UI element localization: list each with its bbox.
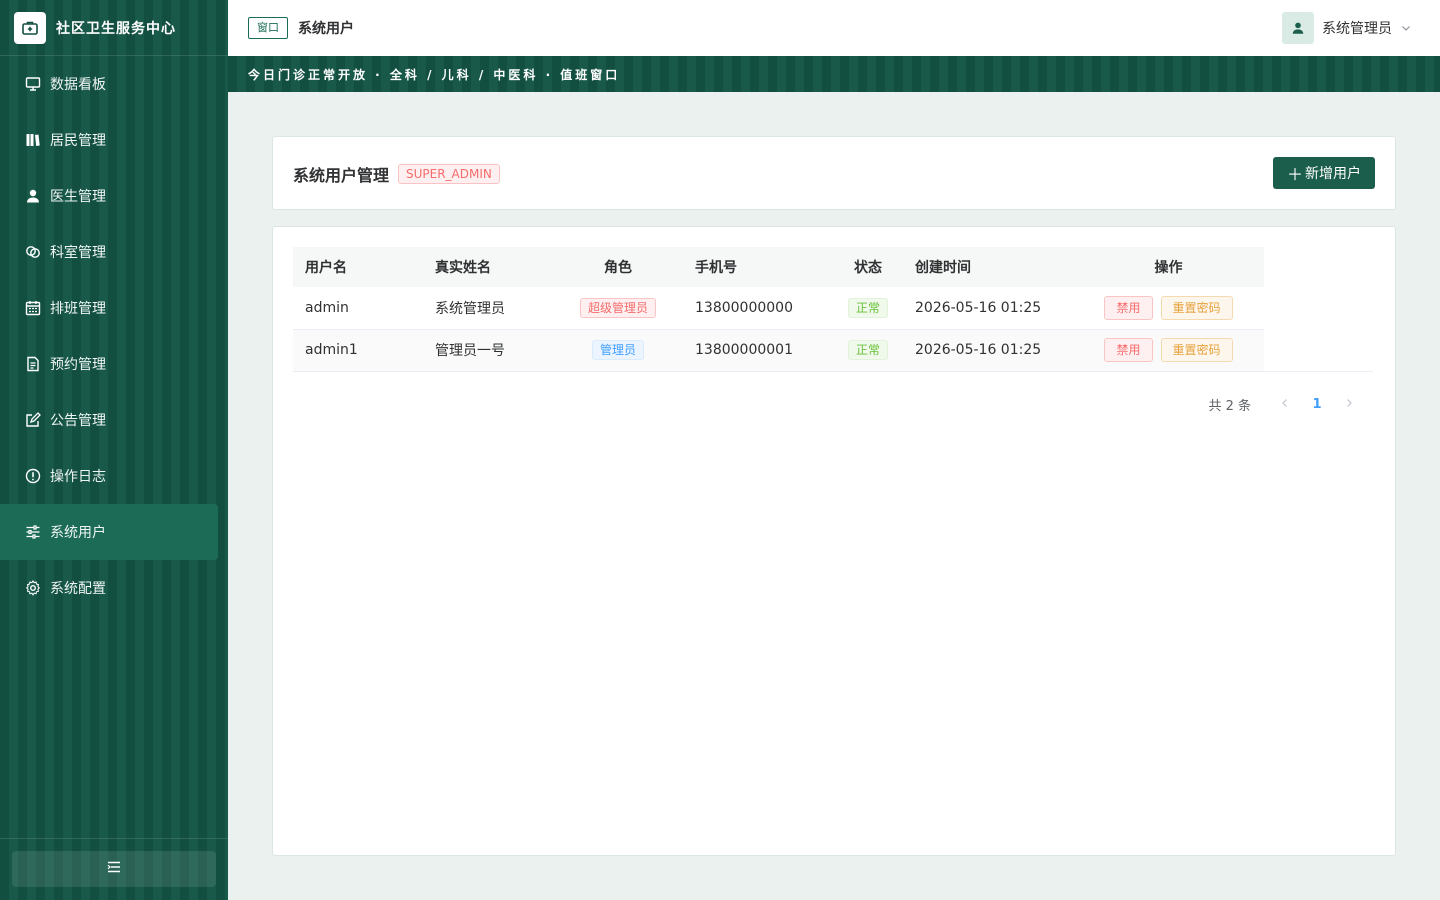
status-badge: 正常 xyxy=(847,297,888,318)
edit-icon xyxy=(24,411,42,429)
medical-kit-icon xyxy=(14,11,46,44)
user-icon xyxy=(1292,22,1304,34)
avatar xyxy=(1282,12,1314,44)
chevron-right-icon xyxy=(1347,399,1352,407)
prev-page-button[interactable] xyxy=(1269,397,1301,412)
status-badge: 正常 xyxy=(847,340,888,360)
collapse-sidebar-button[interactable] xyxy=(12,851,216,887)
column-header-real-name: 真实姓名 xyxy=(423,247,553,287)
next-page-button[interactable] xyxy=(1333,397,1365,412)
user-icon xyxy=(24,187,42,205)
user-dropdown[interactable]: 系统管理员 xyxy=(1282,12,1412,44)
sidebar-item-label: 操作日志 xyxy=(50,469,106,485)
app-title: 社区卫生服务中心 xyxy=(56,20,176,37)
chevron-left-icon xyxy=(1282,399,1287,407)
table-header-row: 用户名 真实姓名 角色 手机号 状态 创建时间 操作 xyxy=(293,247,1264,287)
sidebar-item-schedule[interactable]: 排班管理 xyxy=(0,280,228,336)
fold-icon xyxy=(107,861,121,877)
pagination-total: 共 2 条 xyxy=(1208,399,1251,414)
window-tag: 窗口 xyxy=(248,17,288,39)
sidebar-item-doctors[interactable]: 医生管理 xyxy=(0,168,228,224)
cell-created: 2026-05-16 01:25 xyxy=(903,329,1073,372)
sidebar: 社区卫生服务中心 数据看板 居民管理 医生管理 科室管理 排班管理 预约管理 公… xyxy=(0,0,228,900)
banner-text: 今日门诊正常开放 · 全科 / 儿科 / 中医科 · 值班窗口 xyxy=(248,67,621,82)
cell-phone: 13800000001 xyxy=(683,329,833,372)
reset-password-button[interactable]: 重置密码 xyxy=(1160,338,1233,362)
sidebar-item-label: 系统用户 xyxy=(50,525,106,541)
sidebar-item-appointments[interactable]: 预约管理 xyxy=(0,336,228,392)
monitor-icon xyxy=(24,75,42,93)
sidebar-item-label: 居民管理 xyxy=(50,133,106,149)
role-badge: SUPER_ADMIN xyxy=(398,164,500,184)
brand: 社区卫生服务中心 xyxy=(0,0,228,56)
notice-banner: 今日门诊正常开放 · 全科 / 儿科 / 中医科 · 值班窗口 xyxy=(228,56,1440,92)
cell-phone: 13800000000 xyxy=(683,287,833,330)
pagination: 共 2 条 1 xyxy=(1208,395,1365,414)
sidebar-item-dashboard[interactable]: 数据看板 xyxy=(0,56,228,112)
users-table: 用户名 真实姓名 角色 手机号 状态 创建时间 操作 admin 系统管理员 超… xyxy=(293,247,1264,372)
cell-username: admin xyxy=(293,287,423,330)
column-header-role: 角色 xyxy=(553,247,683,287)
cell-real-name: 系统管理员 xyxy=(423,287,553,330)
role-tag: 管理员 xyxy=(591,340,644,360)
sidebar-item-residents[interactable]: 居民管理 xyxy=(0,112,228,168)
cell-created: 2026-05-16 01:25 xyxy=(903,287,1073,330)
column-header-status: 状态 xyxy=(833,247,903,287)
table-card: 用户名 真实姓名 角色 手机号 状态 创建时间 操作 admin 系统管理员 超… xyxy=(272,226,1396,856)
panel-title: 系统用户管理 xyxy=(293,166,390,185)
sliders-icon xyxy=(24,523,42,541)
disable-button[interactable]: 禁用 xyxy=(1104,295,1153,320)
sidebar-item-announcements[interactable]: 公告管理 xyxy=(0,392,228,448)
sidebar-item-system-users[interactable]: 系统用户 xyxy=(0,504,218,560)
reset-password-button[interactable]: 重置密码 xyxy=(1160,295,1233,320)
cell-real-name: 管理员一号 xyxy=(423,329,553,372)
column-header-phone: 手机号 xyxy=(683,247,833,287)
gear-icon xyxy=(24,579,42,597)
chevron-down-icon xyxy=(1400,22,1412,34)
sidebar-footer xyxy=(0,838,228,900)
column-header-created: 创建时间 xyxy=(903,247,1073,287)
sidebar-item-label: 数据看板 xyxy=(50,77,106,93)
calendar-icon xyxy=(24,299,42,317)
plus-icon: ＋ xyxy=(1286,165,1303,184)
add-user-button[interactable]: ＋ 新增用户 xyxy=(1273,157,1375,189)
sidebar-item-label: 排班管理 xyxy=(50,301,106,317)
page-title: 系统用户 xyxy=(298,21,354,37)
column-header-username: 用户名 xyxy=(293,247,423,287)
warning-icon xyxy=(24,467,42,485)
sidebar-item-label: 医生管理 xyxy=(50,189,106,205)
table-row: admin 系统管理员 超级管理员 13800000000 正常 2026-05… xyxy=(293,287,1264,330)
sidebar-item-label: 预约管理 xyxy=(50,357,106,373)
panel-header-card: 系统用户管理 SUPER_ADMIN ＋ 新增用户 xyxy=(272,136,1396,210)
sidebar-item-system-config[interactable]: 系统配置 xyxy=(0,560,228,616)
sidebar-item-label: 科室管理 xyxy=(50,245,106,261)
role-tag: 超级管理员 xyxy=(579,297,656,318)
sidebar-menu: 数据看板 居民管理 医生管理 科室管理 排班管理 预约管理 公告管理 操作日志 xyxy=(0,56,228,616)
sidebar-item-departments[interactable]: 科室管理 xyxy=(0,224,228,280)
cell-username: admin1 xyxy=(293,329,423,372)
disable-button[interactable]: 禁用 xyxy=(1104,338,1153,362)
sidebar-item-label: 系统配置 xyxy=(50,581,106,597)
files-icon xyxy=(24,131,42,149)
sidebar-item-label: 公告管理 xyxy=(50,413,106,429)
sidebar-item-logs[interactable]: 操作日志 xyxy=(0,448,228,504)
table-bottom-border xyxy=(293,371,1373,372)
page-number[interactable]: 1 xyxy=(1301,397,1333,412)
document-icon xyxy=(24,355,42,373)
add-user-label: 新增用户 xyxy=(1305,166,1361,182)
column-header-actions: 操作 xyxy=(1073,247,1264,287)
top-header: 窗口 系统用户 系统管理员 xyxy=(228,0,1440,56)
link-icon xyxy=(24,243,42,261)
user-name: 系统管理员 xyxy=(1322,21,1392,37)
table-row: admin1 管理员一号 管理员 13800000001 正常 2026-05-… xyxy=(293,329,1264,372)
